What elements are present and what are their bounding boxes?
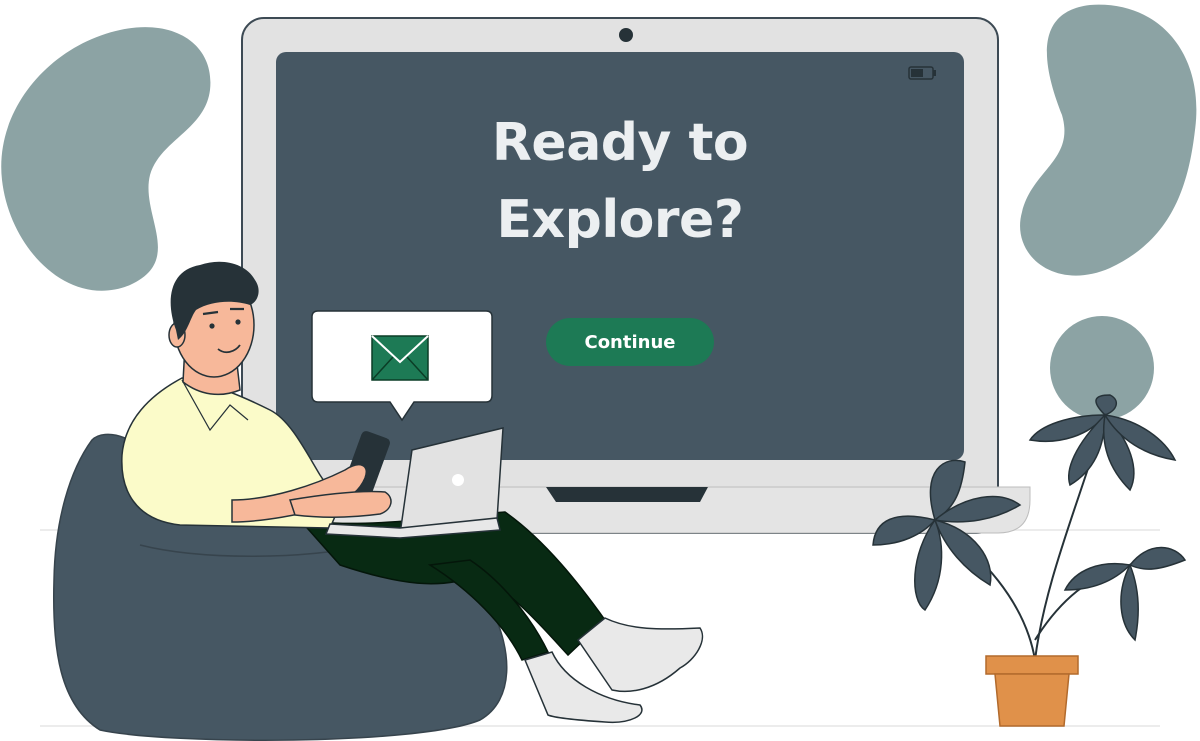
- title-line-2: Explore?: [496, 190, 744, 250]
- apple-logo-icon: [452, 474, 464, 486]
- title-line-1: Ready to: [491, 113, 749, 173]
- left-blob-shape: [1, 27, 211, 291]
- screen-title: Ready to Explore?: [276, 105, 964, 259]
- plant-pot: [985, 655, 1079, 727]
- webcam-icon: [619, 28, 633, 42]
- continue-button[interactable]: Continue: [546, 318, 714, 366]
- right-blob-shape: [1020, 4, 1197, 276]
- envelope-icon: [371, 335, 429, 381]
